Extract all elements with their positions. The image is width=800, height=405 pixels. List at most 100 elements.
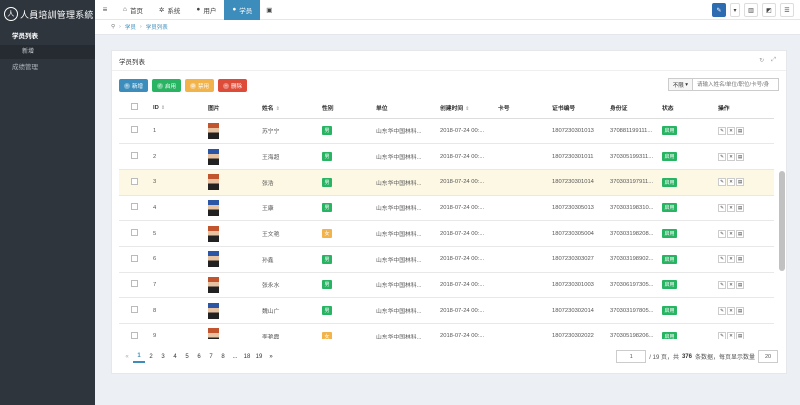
col-created[interactable]: 创建时间 ⇕ bbox=[436, 98, 494, 119]
col-name[interactable]: 姓名 ⇕ bbox=[258, 98, 318, 119]
settings-button[interactable]: ☰ bbox=[780, 3, 794, 17]
edit-icon[interactable]: ✎ bbox=[718, 332, 726, 339]
enable-button[interactable]: ✓ 启用 bbox=[152, 79, 182, 92]
tab-home[interactable]: ⌂ 首页 bbox=[115, 0, 151, 20]
table-row[interactable]: 2 王海超男 山东华中国林科... 2018-07-24 00:... 18072303… bbox=[119, 143, 774, 170]
close-icon[interactable]: ✕ bbox=[727, 152, 735, 161]
page-button[interactable]: 8 bbox=[217, 351, 229, 363]
table-row[interactable]: 3 张浩男 山东华中国林科... 2018-07-24 00:... 180723030… bbox=[119, 169, 774, 196]
page-button[interactable]: 4 bbox=[169, 351, 181, 363]
view-icon[interactable]: ▤ bbox=[736, 332, 744, 339]
close-icon[interactable]: ✕ bbox=[727, 203, 735, 212]
edit-icon[interactable]: ✎ bbox=[718, 178, 726, 187]
row-checkbox[interactable] bbox=[131, 306, 138, 314]
add-button[interactable]: + 新增 bbox=[119, 79, 149, 92]
sidebar-item-scores[interactable]: 成绩管理 bbox=[0, 59, 95, 76]
filter-select[interactable]: 不限 ▾ bbox=[667, 78, 693, 91]
close-icon[interactable]: ✕ bbox=[727, 178, 735, 187]
row-checkbox[interactable] bbox=[131, 152, 138, 160]
fullscreen-button[interactable]: ◩ bbox=[762, 3, 776, 17]
disable-button[interactable]: ⊘ 禁用 bbox=[185, 79, 215, 92]
view-icon[interactable]: ▤ bbox=[736, 229, 744, 238]
row-checkbox[interactable] bbox=[131, 280, 138, 288]
cell-created: 2018-07-24 00:... bbox=[436, 272, 494, 299]
page-button[interactable]: 6 bbox=[193, 351, 205, 363]
table-row[interactable]: 5 王文艳女 山东华中国林科... 2018-07-24 00:... 18072303… bbox=[119, 220, 774, 247]
status-badge: 启用 bbox=[662, 203, 678, 213]
cell-id: 7 bbox=[149, 272, 204, 299]
page-button[interactable]: 18 bbox=[241, 351, 253, 363]
refresh-icon[interactable]: ↻ bbox=[759, 57, 764, 64]
page-button[interactable]: 19 bbox=[253, 351, 265, 363]
theme-button[interactable]: ✎ bbox=[712, 3, 726, 17]
table-row[interactable]: 7 张永水男 山东华中国林科... 2018-07-24 00:... 18072303… bbox=[119, 272, 774, 299]
page-button[interactable]: 2 bbox=[145, 351, 157, 363]
close-icon[interactable]: ✕ bbox=[727, 306, 735, 315]
edit-icon[interactable]: ✎ bbox=[718, 280, 726, 289]
row-checkbox[interactable] bbox=[131, 177, 138, 185]
view-icon[interactable]: ▤ bbox=[736, 280, 744, 289]
page-jump-input[interactable]: 1 bbox=[616, 350, 647, 363]
edit-icon[interactable]: ✎ bbox=[718, 203, 726, 212]
row-checkbox[interactable] bbox=[131, 203, 138, 211]
trash-button[interactable]: ▥ bbox=[744, 3, 758, 17]
close-icon[interactable]: ✕ bbox=[727, 126, 735, 135]
col-id[interactable]: ID ⇕ bbox=[149, 98, 204, 119]
close-icon[interactable]: ✕ bbox=[727, 280, 735, 289]
row-checkbox[interactable] bbox=[131, 126, 138, 134]
breadcrumb-item[interactable]: 学员 bbox=[125, 23, 136, 31]
page-ellipsis[interactable]: ... bbox=[229, 351, 241, 363]
search-input[interactable] bbox=[693, 78, 779, 91]
delete-button[interactable]: − 删除 bbox=[218, 79, 248, 92]
select-all-checkbox[interactable] bbox=[131, 103, 138, 111]
tab-user[interactable]: ● 用户 bbox=[188, 0, 224, 20]
table-row[interactable]: 9 李艳霞女 山东华中国林科... 2018-07-24 00:... 18072303… bbox=[119, 323, 774, 339]
view-icon[interactable]: ▤ bbox=[736, 152, 744, 161]
page-button[interactable]: 3 bbox=[157, 351, 169, 363]
breadcrumb-item[interactable]: 学员列表 bbox=[146, 23, 168, 31]
page-button[interactable]: 1 bbox=[133, 351, 145, 363]
close-icon[interactable]: ✕ bbox=[727, 255, 735, 264]
view-icon[interactable]: ▤ bbox=[736, 203, 744, 212]
edit-icon[interactable]: ✎ bbox=[718, 229, 726, 238]
sidebar-item-student-list[interactable]: 学员列表 bbox=[0, 28, 95, 45]
table-row[interactable]: 4 王康男 山东华中国林科... 2018-07-24 00:... 180723030… bbox=[119, 195, 774, 222]
page-button[interactable]: 5 bbox=[181, 351, 193, 363]
cell-id: 6 bbox=[149, 246, 204, 273]
sidebar-item-add[interactable]: 新增 bbox=[0, 45, 95, 59]
close-icon[interactable]: ✕ bbox=[727, 229, 735, 238]
row-checkbox[interactable] bbox=[131, 254, 138, 262]
tab-system[interactable]: ✲ 系统 bbox=[151, 0, 188, 20]
tab-student[interactable]: ● 学员 bbox=[224, 0, 261, 20]
expand-icon[interactable]: ⤢ bbox=[771, 57, 776, 64]
next-page-button[interactable]: » bbox=[265, 351, 277, 363]
view-icon[interactable]: ▤ bbox=[736, 178, 744, 187]
cell-card bbox=[494, 118, 548, 145]
theme-dropdown[interactable]: ▾ bbox=[730, 3, 740, 17]
page-button[interactable]: 7 bbox=[205, 351, 217, 363]
page-size-select[interactable]: 20 bbox=[758, 350, 778, 363]
row-checkbox[interactable] bbox=[131, 331, 138, 339]
table-row[interactable]: 8 魏山广男 山东华中国林科... 2018-07-24 00:... 18072303… bbox=[119, 297, 774, 324]
edit-icon[interactable]: ✎ bbox=[718, 152, 726, 161]
gender-badge: 男 bbox=[322, 152, 333, 162]
edit-icon[interactable]: ✎ bbox=[718, 126, 726, 135]
total-count: 376 bbox=[681, 353, 692, 360]
edit-icon[interactable]: ✎ bbox=[718, 306, 726, 315]
edit-icon[interactable]: ✎ bbox=[718, 255, 726, 264]
view-icon[interactable]: ▤ bbox=[736, 306, 744, 315]
view-icon[interactable]: ▤ bbox=[736, 255, 744, 264]
col-status: 状态 bbox=[658, 98, 714, 119]
pagination-info: 1 / 19 页，共 376 条数据，每页显示数量 20 bbox=[616, 350, 778, 363]
close-icon[interactable]: ✕ bbox=[727, 332, 735, 339]
view-icon[interactable]: ▤ bbox=[736, 126, 744, 135]
tab-more[interactable]: ▣ bbox=[260, 0, 278, 20]
cell-unit: 山东华中国林科... bbox=[372, 195, 436, 222]
table-row[interactable]: 1 苏宁宁男 山东华中国林科... 2018-07-24 00:... 18072303… bbox=[119, 118, 774, 145]
table-scrollbar[interactable] bbox=[779, 171, 785, 271]
menu-toggle-icon[interactable]: ≡ bbox=[95, 5, 115, 14]
table-row[interactable]: 6 孙鑫男 山东华中国林科... 2018-07-24 00:... 180723030… bbox=[119, 246, 774, 273]
row-checkbox[interactable] bbox=[131, 229, 138, 237]
prev-page-button[interactable]: « bbox=[121, 351, 133, 363]
cell-unit: 山东华中国林科... bbox=[372, 246, 436, 273]
